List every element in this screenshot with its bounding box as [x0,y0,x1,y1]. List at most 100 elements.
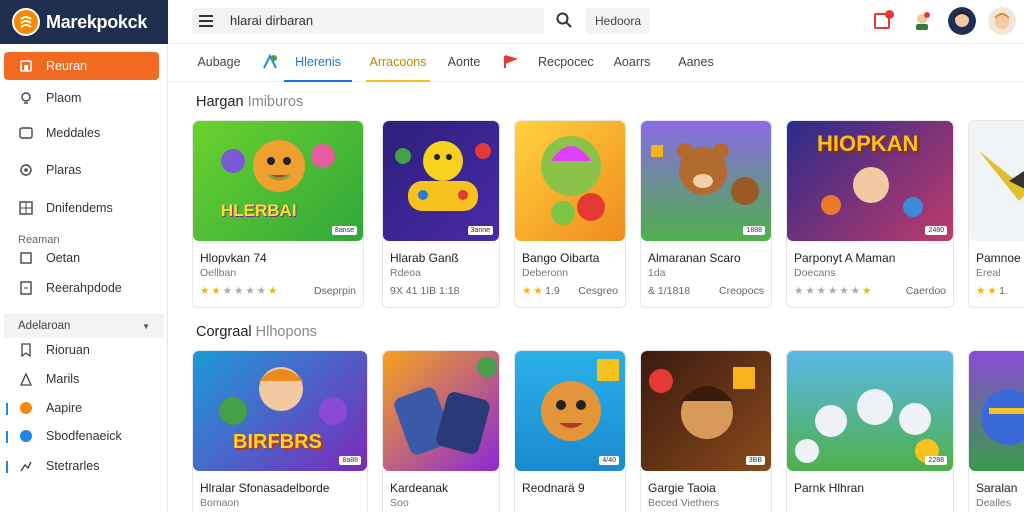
sidebar-item-label: Plaom [46,91,82,105]
sidebar-item-meddales[interactable]: Meddales [4,119,159,147]
sidebar-item-label: Marils [46,372,80,386]
chart-icon [18,458,34,474]
app-logo-bar[interactable]: Marekpokck [0,0,168,44]
grid-icon [18,200,34,216]
game-card[interactable]: 4/40 Reodnarä 9 [514,350,626,512]
game-thumbnail: HIOPKAN 2480 [787,121,953,241]
sidebar-item-reerahpdode[interactable]: Reerahpdode [4,274,159,302]
game-thumbnail: 4/40 [515,351,625,471]
section-title-text: Hargan [196,94,244,110]
sidebar-item-home[interactable]: Reuran [4,52,159,80]
sidebar-item-label: Plaras [46,163,82,177]
game-card[interactable]: HIOPKAN 2480 Parponyt A Maman Doecans ★ … [786,120,954,308]
thumb-title: HLERBAI [221,201,297,220]
box-icon [18,250,34,266]
search-icon[interactable] [555,11,573,29]
game-meta: Oellban [200,267,237,279]
game-meta: 1da [648,267,666,279]
tab-aoarrs[interactable]: Aoarrs [608,44,656,82]
game-detail: Creopocs [719,285,764,297]
sidebar-item-plaras[interactable]: Plaras [4,156,159,184]
section-title-text: Corgraal [196,324,252,340]
sidebar-item-marils[interactable]: Marils [4,365,159,393]
sidebar-item-dnifendems[interactable]: Dnifendems [4,194,159,222]
game-card[interactable]: 1888 Almaranan Scaro 1da & 1/1818 Creopoc… [640,120,772,308]
game-card[interactable]: HLERBAI 8anse Hlopvkan 74 Oellban ★ ★ ★ … [192,120,364,308]
game-rating: & 1/1818 [648,285,691,297]
sidebar-item-label: Stetrarles [46,459,100,473]
game-name: Hlopvkan 74 [200,251,267,265]
game-card[interactable]: BIRFBRS 8a88 Hlralar Sfonasadelborde Bom… [192,350,368,512]
game-card[interactable]: Saralan Dealles [968,350,1024,512]
tab-hlerenis[interactable]: Hlerenis [284,44,352,82]
game-card[interactable]: 3BB Gargie Taoia Beced Viethers [640,350,772,512]
game-rating: 9X 41 1IB 1:18 [390,285,460,297]
game-detail: Dseprpin [313,285,356,297]
game-name: Kardeanak [390,481,449,495]
tab-aonte[interactable]: Aonte [444,44,484,82]
game-meta [787,495,953,497]
price-tag: 4/40 [599,456,619,465]
logo-icon [12,8,40,36]
section-title: Corgraal Hlhopons [196,324,317,340]
game-card[interactable]: 3anne Hlarab Ganß Rdeoa 9X 41 1IB 1:18 [382,120,500,308]
tab-recpocec[interactable]: Recpocec [538,44,594,82]
game-meta: Dealles [976,497,1012,509]
sidebar-item-label: Reuran [46,59,87,73]
sidebar-expand-group[interactable]: Adelaroan ▼ [4,314,164,338]
tab-flag-icon[interactable] [500,44,520,82]
sidebar-item-sbodfenaeick[interactable]: Sbodfenaeick [4,422,159,450]
section-subtitle: Hlhopons [255,324,317,340]
game-meta: Beced Viethers [648,497,720,509]
sidebar-item-label: Meddales [46,126,101,140]
bulb-icon [18,90,34,106]
game-card[interactable]: Kardeanak Soo [382,350,500,512]
game-thumbnail [383,351,499,471]
game-thumbnail: HLERBAI 8anse [193,121,363,241]
game-name: Gargie Taoia [648,481,716,495]
game-meta: Soo [390,497,409,509]
filter-chip[interactable]: Hedoora [586,8,650,34]
doc-icon [18,280,34,296]
game-detail: Caerdoo [905,285,946,297]
gift-icon[interactable] [908,7,936,35]
notification-icon[interactable] [868,7,896,35]
game-thumbnail: 3anne [383,121,499,241]
settings-icon [18,162,34,178]
tab-arracoons[interactable]: Arracoons [366,44,430,82]
sidebar-item-rioruan[interactable]: Rioruan [4,336,159,364]
game-rating: 1.9 [545,285,560,297]
game-card[interactable]: Bango Oibarta Deberonn ★ ★ 1.9 Cesgreo [514,120,626,308]
game-thumbnail: BIRFBRS 8a88 [193,351,367,471]
rating-stars: ★ ★ [522,285,543,297]
game-card[interactable]: 2288 Parnk Hlhran [786,350,954,512]
bookmark-icon [18,342,34,358]
game-meta: Deberonn [522,267,569,279]
game-detail: Cesgreo [578,285,618,297]
rating-stars: ★ ★ [976,285,997,297]
game-name: Pamnoe k [976,251,1024,265]
game-thumbnail: 3BB [641,351,771,471]
app-logo-text: Marekpokck [46,11,148,32]
price-tag: 2288 [925,456,947,465]
hamburger-menu-icon[interactable] [196,11,216,31]
game-thumbnail: 2288 [787,351,953,471]
sidebar-item-oetan[interactable]: Oetan [4,244,159,272]
sidebar-item-plaom[interactable]: Plaom [4,84,159,112]
category-tabs: Aubage Hlerenis Arracoons Aonte Recpocec… [168,44,1024,82]
home-icon [18,58,34,74]
section-subtitle: Imiburos [247,94,304,110]
avatar[interactable] [948,7,976,35]
price-tag: 1888 [743,226,765,235]
search-input[interactable] [192,8,544,34]
sidebar-item-label: Rioruan [46,343,90,357]
game-card[interactable]: Pamnoe k Ereal ★ ★ 1. [968,120,1024,308]
sidebar-item-stetrarles[interactable]: Stetrarles [4,452,159,480]
user-avatar[interactable] [988,7,1016,35]
section-title: Hargan Imiburos [196,94,303,110]
tab-aubage[interactable]: Aubage [196,44,242,82]
tab-aanes[interactable]: Aanes [674,44,718,82]
tab-icon[interactable] [260,44,280,82]
sidebar-item-aapire[interactable]: Aapire [4,394,159,422]
thumb-title: BIRFBRS [233,431,322,453]
